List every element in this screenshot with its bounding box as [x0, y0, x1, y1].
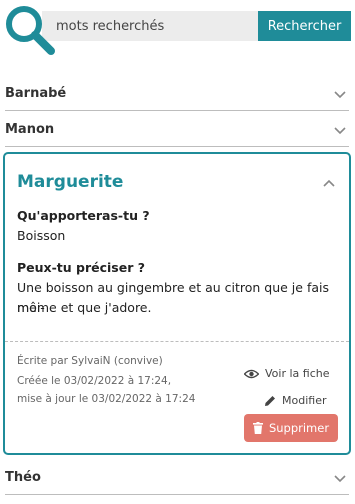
view-button[interactable]: Voir la fiche [244, 367, 330, 380]
divider [5, 341, 349, 342]
accordion-item-manon[interactable]: Manon [5, 113, 349, 147]
accordion-item-theo[interactable]: Théo [5, 461, 349, 495]
meta-created: Créée le 03/02/2022 à 17:24, [17, 375, 172, 387]
chevron-down-icon[interactable] [333, 123, 347, 137]
answer-text: Boisson [17, 228, 66, 243]
edit-button[interactable]: Modifier [264, 394, 326, 407]
entry-name[interactable]: Marguerite [17, 172, 123, 192]
entry-name: Manon [5, 122, 55, 137]
entry-name: Théo [5, 470, 41, 485]
search-bar: Rechercher [0, 0, 355, 60]
accordion-item-marguerite-expanded: Marguerite Qu'apporteras-tu ? Boisson Pe… [3, 152, 351, 455]
search-button[interactable]: Rechercher [258, 11, 351, 41]
chevron-down-icon[interactable] [333, 471, 347, 485]
entry-name: Barnabé [5, 86, 67, 101]
pencil-icon [265, 395, 275, 406]
chevron-down-icon[interactable] [333, 87, 347, 101]
view-label: Voir la fiche [265, 367, 330, 380]
question-label: Peux-tu préciser ? [17, 260, 145, 275]
search-icon [6, 6, 55, 55]
eye-icon [244, 369, 259, 378]
meta-updated: mise à jour le 03/02/2022 à 17:24 [17, 393, 196, 405]
chevron-up-icon[interactable] [323, 178, 335, 190]
accordion-item-barnabe[interactable]: Barnabé [5, 77, 349, 111]
question-label: Qu'apporteras-tu ? [17, 208, 150, 223]
answer-text: même et que j'adore. [17, 300, 152, 315]
search-input[interactable] [42, 11, 258, 41]
edit-label: Modifier [282, 394, 327, 407]
delete-label: Supprimer [268, 421, 330, 435]
delete-button[interactable]: Supprimer [244, 414, 338, 442]
meta-author: Écrite par SylvaiN (convive) [17, 355, 163, 367]
trash-icon [252, 422, 263, 434]
